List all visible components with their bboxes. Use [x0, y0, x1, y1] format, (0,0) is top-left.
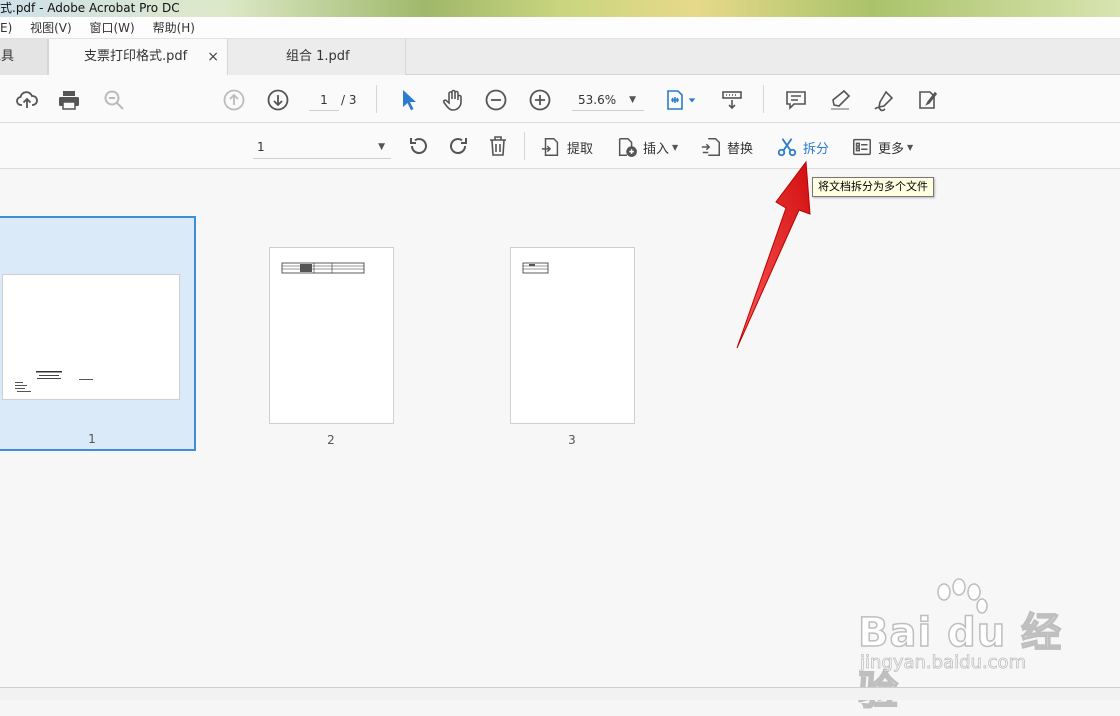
- page-1-preview: [15, 371, 93, 392]
- chevron-down-icon: ▼: [672, 142, 679, 152]
- zoom-level-value: 53.6%: [578, 93, 617, 107]
- print-icon[interactable]: [56, 87, 82, 113]
- next-page-icon[interactable]: [265, 87, 291, 113]
- fill-sign-icon[interactable]: [915, 87, 941, 113]
- highlight-pen-icon[interactable]: [827, 87, 853, 113]
- upload-cloud-icon[interactable]: [14, 87, 40, 113]
- prev-page-icon[interactable]: [221, 87, 247, 113]
- tab-bar: 工具 支票打印格式.pdf × 组合 1.pdf: [0, 39, 1120, 76]
- more-button[interactable]: 更多 ▼: [851, 134, 913, 160]
- page-3-preview: [522, 262, 549, 274]
- insert-page-icon: [618, 138, 637, 157]
- menu-item-help[interactable]: 帮助(H): [153, 17, 195, 39]
- page-number-label-2: 2: [327, 433, 335, 447]
- rotate-right-icon[interactable]: [445, 133, 471, 159]
- zoom-out-icon[interactable]: [483, 87, 509, 113]
- more-label: 更多: [878, 141, 905, 157]
- chevron-down-icon: ▼: [378, 142, 385, 152]
- tab-tools[interactable]: 工具: [0, 39, 48, 75]
- tab-document-other[interactable]: 组合 1.pdf: [228, 39, 406, 75]
- watermark-url: jingyan.baidu.com: [860, 652, 1027, 674]
- scissors-icon: [777, 138, 797, 157]
- menu-item-edit[interactable]: E): [0, 17, 12, 39]
- delete-trash-icon[interactable]: [485, 133, 511, 159]
- select-cursor-icon[interactable]: [396, 87, 422, 113]
- sign-pen-icon[interactable]: [871, 87, 897, 113]
- baidu-jingyan-watermark: Bai du 经验 jingyan.baidu.com: [857, 578, 1068, 715]
- more-options-icon: [853, 138, 871, 156]
- page-2-preview: [281, 262, 365, 274]
- chevron-down-icon: ▼: [629, 95, 636, 105]
- toolbar-divider: [524, 132, 525, 160]
- toolbar-divider: [376, 85, 377, 113]
- tab-close-icon[interactable]: ×: [207, 39, 219, 75]
- window-title: 式.pdf - Adobe Acrobat Pro DC: [0, 1, 180, 15]
- replace-label: 替换: [727, 141, 754, 157]
- rotate-left-icon[interactable]: [406, 133, 432, 159]
- zoom-in-icon[interactable]: [527, 87, 553, 113]
- toolbar-divider: [763, 85, 764, 113]
- extract-button[interactable]: 提取: [540, 134, 593, 160]
- hand-tool-icon[interactable]: [440, 87, 466, 113]
- comment-icon[interactable]: [783, 87, 809, 113]
- page-thumbnail-1[interactable]: [2, 274, 180, 400]
- main-toolbar: 1 / 3 53.6% ▼: [0, 75, 1120, 123]
- organize-toolbar: 1 ▼ 提取 插入 ▼ 替换 拆分 更多 ▼: [0, 123, 1120, 169]
- split-label: 拆分: [803, 141, 830, 157]
- page-number-label-3: 3: [568, 433, 576, 447]
- insert-label: 插入: [643, 141, 670, 157]
- page-range-select[interactable]: 1 ▼: [253, 135, 391, 159]
- extract-label: 提取: [567, 141, 594, 157]
- menu-item-window[interactable]: 窗口(W): [90, 17, 135, 39]
- window-title-bar: 式.pdf - Adobe Acrobat Pro DC: [0, 0, 1120, 17]
- page-thumbnail-2[interactable]: [269, 247, 394, 424]
- replace-button[interactable]: 替换: [700, 134, 753, 160]
- fit-page-icon[interactable]: [662, 87, 688, 113]
- split-button[interactable]: 拆分: [776, 134, 829, 160]
- chevron-down-icon[interactable]: [686, 87, 698, 113]
- tab-tools-label: 工具: [0, 49, 15, 64]
- zoom-level-select[interactable]: 53.6% ▼: [572, 89, 644, 111]
- zoom-search-icon[interactable]: [101, 87, 127, 113]
- menu-item-view[interactable]: 视图(V): [30, 17, 72, 39]
- page-number-label-1: 1: [88, 432, 96, 446]
- status-bar: [0, 688, 1120, 700]
- scroll-mode-icon[interactable]: [719, 87, 745, 113]
- tab-document-active[interactable]: 支票打印格式.pdf ×: [48, 39, 228, 76]
- page-number-input[interactable]: 1: [309, 89, 339, 111]
- tab-document-label: 支票打印格式.pdf: [84, 49, 188, 64]
- insert-button[interactable]: 插入 ▼: [616, 134, 678, 160]
- page-thumbnail-3[interactable]: [510, 247, 635, 424]
- thumbnail-1-selected[interactable]: 1: [0, 216, 196, 451]
- menu-bar: E) 视图(V) 窗口(W) 帮助(H): [0, 17, 1120, 39]
- tab-document-other-label: 组合 1.pdf: [286, 49, 350, 64]
- page-total: / 3: [341, 93, 357, 107]
- extract-icon: [541, 138, 559, 156]
- replace-page-icon: [701, 138, 720, 156]
- page-range-value: 1: [257, 140, 265, 154]
- chevron-down-icon: ▼: [907, 142, 914, 152]
- split-tooltip: 将文档拆分为多个文件: [812, 177, 934, 197]
